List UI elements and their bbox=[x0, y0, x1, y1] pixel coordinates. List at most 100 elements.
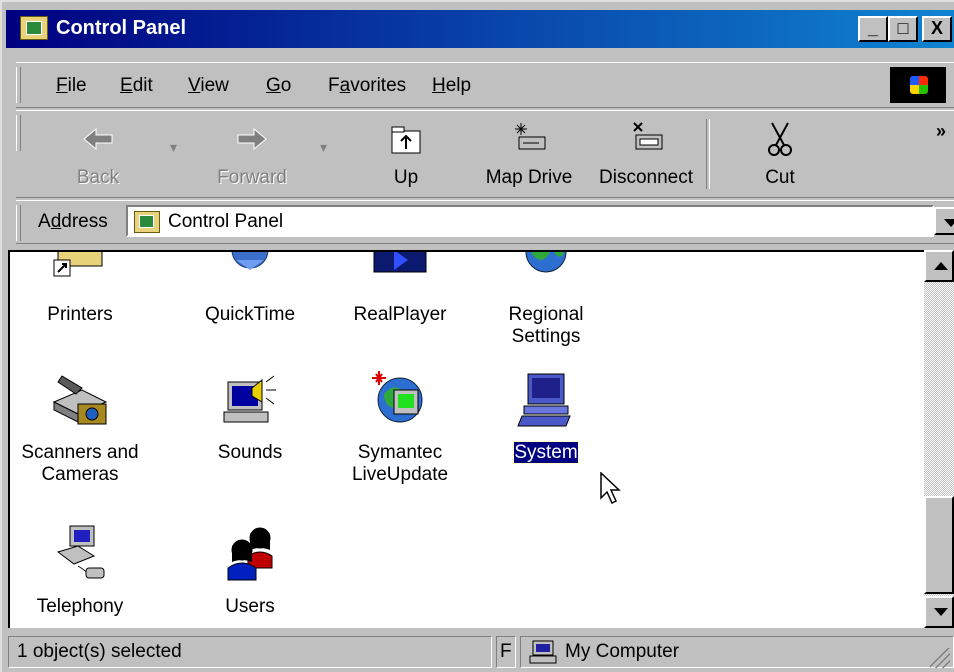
icon-label: Telephony bbox=[36, 596, 124, 617]
up-button[interactable]: Up bbox=[366, 119, 446, 189]
title-bar[interactable]: Control Panel _ □ X bbox=[6, 10, 954, 48]
icon-label-line2: Cameras bbox=[41, 464, 119, 485]
scroll-down-button[interactable] bbox=[924, 596, 954, 628]
up-folder-icon bbox=[386, 119, 426, 159]
liveupdate-globe-icon bbox=[368, 368, 432, 432]
chevron-up-icon bbox=[934, 262, 948, 270]
map-drive-button[interactable]: Map Drive bbox=[474, 119, 584, 189]
menu-file[interactable]: File bbox=[56, 75, 87, 97]
menu-bar: File Edit View Go Favorites Help bbox=[16, 62, 954, 108]
system-label-text: System bbox=[513, 441, 579, 464]
scroll-up-button[interactable] bbox=[924, 250, 954, 282]
icon-label-line1: Symantec bbox=[357, 442, 443, 463]
address-label-pre: A bbox=[38, 211, 51, 232]
back-arrow-icon bbox=[78, 119, 118, 159]
cut-label: Cut bbox=[765, 167, 795, 188]
minimize-button[interactable]: _ bbox=[858, 16, 888, 42]
my-computer-icon bbox=[529, 640, 557, 664]
icon-scanners-and-cameras[interactable]: Scanners and Cameras bbox=[10, 368, 150, 486]
forward-button[interactable]: Forward bbox=[202, 119, 302, 189]
menu-go[interactable]: Go bbox=[266, 75, 291, 97]
menu-help-accel: H bbox=[432, 75, 446, 96]
icon-printers[interactable]: Printers bbox=[10, 252, 150, 326]
address-label: Address bbox=[38, 211, 108, 233]
status-location: My Computer bbox=[520, 636, 954, 668]
back-dropdown-icon[interactable]: ▾ bbox=[170, 139, 177, 156]
menu-go-accel: G bbox=[266, 75, 281, 96]
icon-label: Users bbox=[225, 596, 275, 617]
menu-edit[interactable]: Edit bbox=[120, 75, 153, 97]
disconnect-button[interactable]: Disconnect bbox=[588, 119, 704, 189]
scroll-thumb[interactable] bbox=[924, 496, 954, 594]
icon-label-line2: Settings bbox=[511, 326, 581, 347]
menu-file-accel: F bbox=[56, 75, 68, 96]
address-dropdown-button[interactable] bbox=[934, 207, 954, 235]
address-grip[interactable] bbox=[16, 205, 21, 241]
icon-users[interactable]: Users bbox=[180, 522, 320, 618]
maximize-button[interactable]: □ bbox=[888, 16, 918, 42]
toolbar-grip[interactable] bbox=[16, 115, 21, 151]
printers-icon bbox=[48, 252, 112, 294]
menu-file-label: ile bbox=[67, 75, 87, 96]
icon-symantec-liveupdate[interactable]: Symantec LiveUpdate bbox=[330, 368, 470, 486]
toolbar-separator bbox=[706, 119, 710, 189]
icon-regional-settings[interactable]: Regional Settings bbox=[476, 252, 616, 348]
users-icon bbox=[218, 522, 282, 586]
forward-dropdown-icon[interactable]: ▾ bbox=[320, 139, 327, 156]
icon-quicktime[interactable]: QuickTime bbox=[180, 252, 320, 326]
control-panel-icon[interactable] bbox=[20, 16, 48, 40]
up-label: Up bbox=[393, 167, 419, 188]
scanner-camera-icon bbox=[48, 368, 112, 432]
disconnect-icon bbox=[626, 119, 666, 159]
back-button[interactable]: Back bbox=[58, 119, 138, 189]
icon-label: QuickTime bbox=[204, 304, 296, 325]
windows-logo-icon bbox=[890, 67, 946, 103]
chevron-down-icon bbox=[934, 608, 948, 616]
back-label: Back bbox=[76, 167, 120, 188]
globe-icon bbox=[514, 252, 578, 294]
icon-telephony[interactable]: Telephony bbox=[10, 522, 150, 618]
menu-favorites-accel: a bbox=[339, 75, 351, 96]
icon-label-line2: LiveUpdate bbox=[351, 464, 449, 485]
forward-label: Forward bbox=[217, 167, 287, 188]
menu-help-label: elp bbox=[445, 75, 472, 96]
window-title: Control Panel bbox=[56, 17, 187, 39]
icon-system[interactable]: System bbox=[476, 368, 616, 464]
scissors-icon bbox=[760, 119, 800, 159]
status-location-text: My Computer bbox=[565, 641, 680, 662]
menu-grip[interactable] bbox=[16, 67, 21, 103]
system-computer-icon bbox=[514, 368, 578, 432]
status-selection: 1 object(s) selected bbox=[8, 636, 492, 668]
address-input[interactable]: Control Panel bbox=[126, 205, 934, 237]
close-button[interactable]: X bbox=[922, 16, 952, 42]
menu-favorites-pre: F bbox=[328, 75, 340, 96]
icon-label-line1: Scanners and bbox=[21, 442, 139, 463]
menu-view[interactable]: View bbox=[188, 75, 229, 97]
icon-realplayer[interactable]: RealPlayer bbox=[330, 252, 470, 326]
vertical-scrollbar[interactable] bbox=[924, 250, 954, 628]
menu-favorites[interactable]: Favorites bbox=[328, 75, 406, 97]
icon-label-line1: Regional bbox=[508, 304, 584, 325]
disconnect-label: Disconnect bbox=[599, 167, 693, 188]
menu-go-label: o bbox=[280, 75, 292, 96]
icon-label: RealPlayer bbox=[353, 304, 447, 325]
status-mid-panel: F bbox=[496, 636, 516, 668]
cut-button[interactable]: Cut bbox=[740, 119, 820, 189]
icon-view: Printers QuickTime RealPlayer Regional S… bbox=[8, 250, 924, 628]
icon-label: Printers bbox=[47, 304, 113, 325]
status-bar: 1 object(s) selected F My Computer bbox=[8, 634, 954, 672]
forward-arrow-icon bbox=[232, 119, 272, 159]
standard-toolbar: Back ▾ Forward ▾ Up Map Drive Disconnect… bbox=[16, 110, 954, 198]
menu-edit-label: dit bbox=[132, 75, 153, 96]
menu-edit-accel: E bbox=[120, 75, 133, 96]
map-drive-icon bbox=[509, 119, 549, 159]
address-bar: Address Control Panel bbox=[16, 200, 954, 244]
resize-grip[interactable] bbox=[930, 648, 950, 668]
menu-view-accel: V bbox=[188, 75, 201, 96]
icon-sounds[interactable]: Sounds bbox=[180, 368, 320, 464]
quicktime-icon bbox=[218, 252, 282, 294]
toolbar-more-chevron[interactable]: » bbox=[936, 121, 946, 142]
menu-help[interactable]: Help bbox=[432, 75, 471, 97]
icon-label: System bbox=[476, 441, 616, 464]
address-label-accel: d bbox=[50, 211, 62, 232]
